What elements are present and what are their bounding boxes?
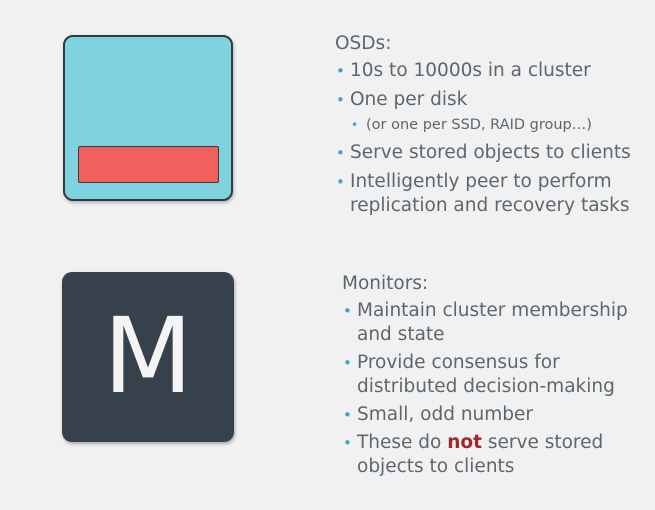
monitor-item: Provide consensus for distributed decisi… — [342, 351, 652, 399]
monitor-icon: M — [62, 272, 234, 442]
osd-list: 10s to 10000s in a cluster One per disk … — [335, 59, 653, 218]
osd-item: 10s to 10000s in a cluster — [335, 59, 653, 83]
osd-description: OSDs: 10s to 10000s in a cluster One per… — [335, 32, 653, 223]
monitor-item-emphasis: not — [447, 432, 482, 453]
monitor-item: Maintain cluster membership and state — [342, 299, 652, 347]
monitor-item: Small, odd number — [342, 403, 652, 427]
osd-sub-item: (or one per SSD, RAID group…) — [335, 115, 653, 135]
osd-heading: OSDs: — [335, 33, 392, 54]
osd-icon — [63, 35, 233, 201]
disk-bar — [78, 146, 219, 183]
monitor-item-not-serve: These do not serve stored objects to cli… — [342, 431, 652, 479]
monitor-description: Monitors: Maintain cluster membership an… — [342, 272, 652, 483]
osd-item: Intelligently peer to perform replicatio… — [335, 170, 653, 218]
osd-item: Serve stored objects to clients — [335, 141, 653, 165]
monitor-icon-letter: M — [103, 295, 193, 417]
monitor-list: Maintain cluster membership and state Pr… — [342, 299, 652, 479]
monitor-item-prefix: These do — [357, 432, 448, 453]
osd-item: One per disk — [335, 88, 653, 112]
monitor-heading: Monitors: — [342, 273, 429, 294]
